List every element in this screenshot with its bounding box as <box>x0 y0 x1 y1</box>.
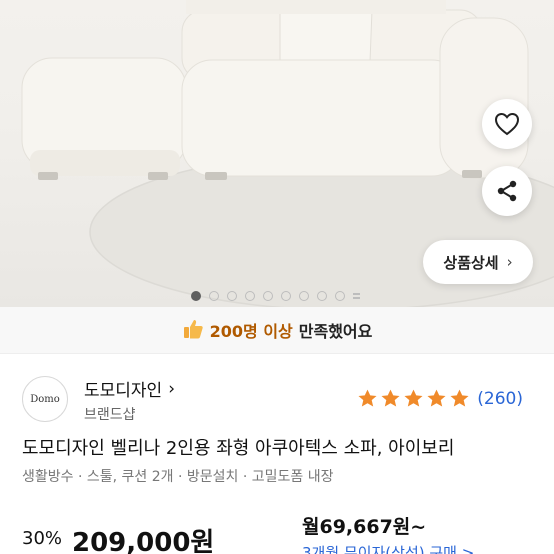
share-icon <box>497 180 517 202</box>
product-subtitle: 생활방수 · 스툴, 쿠션 2개 · 방문설치 · 고밀도폼 내장 <box>22 469 334 485</box>
satisfaction-banner: 200명 이상 만족했어요 <box>0 307 554 353</box>
chevron-right-icon: › <box>168 378 176 399</box>
star-icon <box>381 389 400 407</box>
pager-dot[interactable] <box>280 291 291 301</box>
wishlist-button[interactable] <box>482 99 532 149</box>
chevron-right-icon: › <box>506 253 513 271</box>
pager-dot[interactable] <box>226 291 237 301</box>
pager-dot[interactable] <box>316 291 327 301</box>
star-icon <box>404 389 423 407</box>
thumbs-up-icon <box>182 318 204 343</box>
monthly-price: 월69,667원~ <box>302 516 427 538</box>
star-icon <box>450 389 469 407</box>
installment-link[interactable]: 3개월 무이자(삼성) 구매 > <box>302 542 474 554</box>
brand-name: 도모디자인 <box>84 381 163 401</box>
star-icon <box>358 389 377 407</box>
brand-logo-text: Domo <box>30 393 60 405</box>
brand-shop-label: 브랜드샵 <box>84 407 136 423</box>
review-count[interactable]: (260) <box>477 389 523 409</box>
satisfaction-text: 만족했어요 <box>298 322 373 341</box>
brand-logo[interactable]: Domo <box>22 376 68 422</box>
product-detail-label: 상품상세 <box>443 253 499 272</box>
pager-dot[interactable] <box>190 291 201 301</box>
product-image[interactable]: 상품상세 › <box>0 0 554 307</box>
brand-link[interactable]: 도모디자인 › <box>84 376 176 402</box>
heart-icon <box>494 112 520 136</box>
rating[interactable]: (260) <box>357 388 523 409</box>
pager-dot[interactable] <box>244 291 255 301</box>
pager-dot[interactable] <box>262 291 273 301</box>
pager-dot[interactable] <box>208 291 219 301</box>
pager-dot[interactable] <box>298 291 309 301</box>
image-pager <box>0 287 554 305</box>
share-button[interactable] <box>482 166 532 216</box>
discount-rate: 30% <box>22 528 63 549</box>
pager-dot[interactable] <box>334 291 345 301</box>
divider <box>0 353 554 354</box>
satisfaction-count: 200명 이상 <box>209 322 293 341</box>
product-title: 도모디자인 벨리나 2인용 좌형 아쿠아텍스 소파, 아이보리 <box>22 438 455 459</box>
pager-more-icon <box>352 293 360 299</box>
sale-price: 209,000원 <box>72 528 215 554</box>
star-icon <box>427 389 446 407</box>
product-detail-button[interactable]: 상품상세 › <box>423 240 533 284</box>
